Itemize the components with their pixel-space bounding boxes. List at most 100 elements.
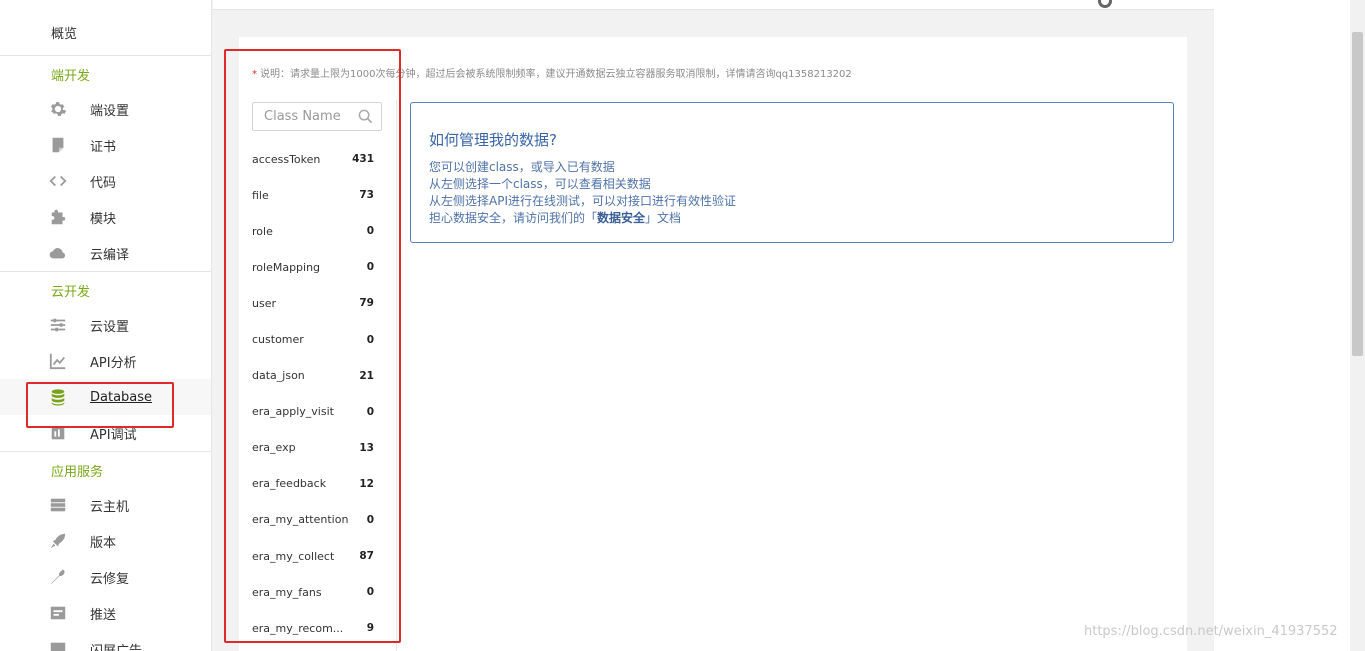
info-line-prefix: 担心数据安全，请访问我们的「	[429, 211, 598, 225]
sidebar-item-api-debug[interactable]: API调试	[0, 415, 211, 451]
wrench-icon	[49, 568, 67, 586]
sidebar-item-label: 证书	[90, 139, 117, 155]
sidebar-item-label: 概览	[51, 26, 78, 42]
class-list-item[interactable]: customer 0	[252, 321, 378, 357]
class-list-item[interactable]: roleMapping 0	[252, 249, 378, 285]
database-panel: * 说明：请求量上限为1000次每分钟，超过后会被系统限制频率，建议开通数据云独立…	[239, 37, 1187, 651]
sidebar-section-cloud: 云开发	[0, 272, 211, 308]
sidebar-item-label: 云修复	[90, 571, 130, 587]
watermark: https://blog.csdn.net/weixin_41937552	[1084, 624, 1338, 639]
sidebar-item-label: 版本	[90, 535, 117, 551]
sidebar-item-module[interactable]: 模块	[0, 199, 211, 235]
class-count: 0	[366, 513, 374, 526]
sidebar-section-app-services: 应用服务	[0, 452, 211, 488]
class-list-item[interactable]: user 79	[252, 285, 378, 321]
sidebar-item-splash-ad[interactable]: 闪屏广告	[0, 631, 211, 651]
sidebar-item-cloud-settings[interactable]: 云设置	[0, 307, 211, 343]
sidebar-item-label: 端设置	[90, 103, 130, 119]
class-name: roleMapping	[252, 260, 321, 274]
class-count: 87	[359, 550, 374, 563]
sidebar-item-label: 云编译	[90, 247, 130, 263]
scrollbar[interactable]	[1350, 0, 1365, 651]
database-icon	[49, 388, 67, 406]
sidebar-item-overview[interactable]: 概览	[0, 14, 211, 50]
certificate-icon	[49, 136, 67, 154]
class-list-item[interactable]: era_apply_visit 0	[252, 394, 378, 430]
info-line: 从左侧选择一个class，可以查看相关数据	[429, 177, 651, 191]
sidebar-item-label: 云主机	[90, 499, 130, 515]
info-line: 您可以创建class，或导入已有数据	[429, 160, 615, 174]
class-count: 79	[359, 297, 374, 310]
info-line-suffix: 」文档	[645, 211, 682, 225]
sliders-icon	[49, 316, 67, 334]
class-count: 0	[366, 333, 374, 346]
sidebar-item-cloud-compile[interactable]: 云编译	[0, 235, 211, 271]
class-name: era_exp	[252, 441, 296, 455]
ad-icon	[49, 640, 67, 651]
class-list-item[interactable]: accessToken 431	[252, 141, 378, 177]
sidebar-item-cloud-host[interactable]: 云主机	[0, 487, 211, 523]
chart-line-icon	[49, 352, 67, 370]
class-name: data_json	[252, 369, 305, 383]
info-line: 从左侧选择API进行在线测试，可以对接口进行有效性验证	[429, 194, 736, 208]
class-count: 0	[366, 405, 374, 418]
sidebar-item-database[interactable]: Database	[0, 379, 211, 415]
sidebar: 概览 端开发 端设置 证书 代码 模块 云编译 云开发 云设置 API分析 Da…	[0, 0, 212, 651]
list-divider	[396, 100, 397, 651]
class-search[interactable]	[252, 102, 382, 131]
top-bar	[213, 0, 1214, 10]
rocket-icon	[49, 532, 67, 550]
sidebar-item-code[interactable]: 代码	[0, 163, 211, 199]
class-name: era_apply_visit	[252, 405, 334, 419]
class-name: era_my_recom...	[252, 621, 344, 635]
sidebar-item-push[interactable]: 推送	[0, 595, 211, 631]
sidebar-item-api-analysis[interactable]: API分析	[0, 343, 211, 379]
sidebar-item-label: Database	[90, 389, 153, 405]
class-count: 73	[359, 189, 374, 202]
sidebar-item-version[interactable]: 版本	[0, 523, 211, 559]
class-list-item[interactable]: data_json 21	[252, 358, 378, 394]
cloud-icon	[49, 244, 67, 262]
class-list-item[interactable]: era_my_collect 87	[252, 538, 378, 574]
class-list: accessToken 431 file 73 role 0 roleMapping 0 use…	[252, 141, 378, 646]
scrollbar-thumb[interactable]	[1352, 32, 1363, 356]
class-list-item[interactable]: era_exp 13	[252, 430, 378, 466]
required-star: *	[252, 69, 257, 80]
sidebar-item-label: API分析	[90, 355, 137, 371]
class-list-item[interactable]: file 73	[252, 177, 378, 213]
class-name: accessToken	[252, 152, 321, 166]
class-count: 12	[359, 477, 374, 490]
push-icon	[49, 604, 67, 622]
section-title: 端开发	[51, 68, 91, 84]
sidebar-item-certificate[interactable]: 证书	[0, 127, 211, 163]
data-security-link[interactable]: 数据安全	[597, 211, 645, 225]
sidebar-item-label: API调试	[90, 427, 137, 443]
class-search-input[interactable]	[264, 109, 358, 124]
section-title: 应用服务	[51, 464, 104, 480]
info-title: 如何管理我的数据?	[429, 131, 557, 149]
class-name: user	[252, 296, 276, 310]
class-name: era_my_collect	[252, 549, 335, 563]
sidebar-item-cloud-repair[interactable]: 云修复	[0, 559, 211, 595]
user-menu-icon[interactable]	[1098, 0, 1112, 8]
class-list-item[interactable]: era_my_fans 0	[252, 574, 378, 610]
search-icon[interactable]	[358, 109, 373, 124]
section-title: 云开发	[51, 284, 91, 300]
code-icon	[49, 172, 67, 190]
class-count: 431	[352, 153, 374, 166]
debug-icon	[49, 424, 67, 442]
class-name: file	[252, 188, 269, 202]
sidebar-section-frontend: 端开发	[0, 56, 211, 92]
class-list-item[interactable]: era_feedback 12	[252, 466, 378, 502]
class-list-item[interactable]: era_my_attention 0	[252, 502, 378, 538]
class-count: 13	[359, 441, 374, 454]
sidebar-item-label: 代码	[90, 175, 117, 191]
class-name: era_feedback	[252, 477, 327, 491]
info-line: 担心数据安全，请访问我们的「数据安全」文档	[429, 210, 1155, 227]
sidebar-item-endpoint-settings[interactable]: 端设置	[0, 91, 211, 127]
class-list-item[interactable]: era_my_recom... 9	[252, 610, 378, 646]
right-pane	[1214, 0, 1365, 651]
class-count: 9	[366, 622, 374, 635]
class-list-item[interactable]: role 0	[252, 213, 378, 249]
sidebar-item-label: 模块	[90, 211, 117, 227]
